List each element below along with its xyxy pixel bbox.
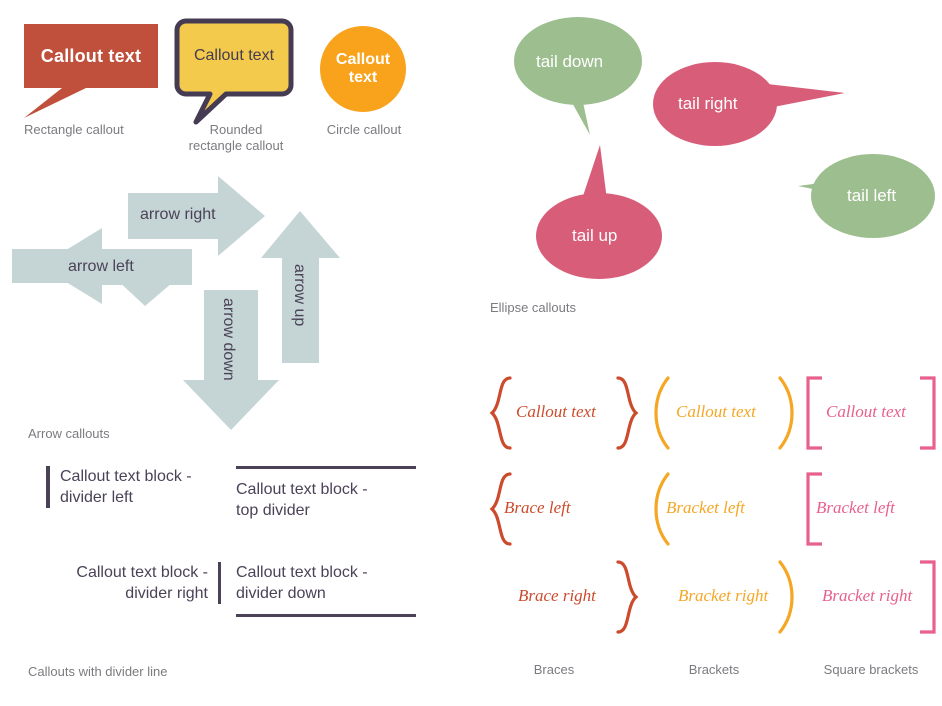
ellipse-callouts-group: tail down tail right tail up tail left [480,0,942,300]
callout-divider-left[interactable]: Callout text block - divider left [46,466,240,509]
brace-left-row1 [489,376,512,450]
rectangle-callout-label: Callout text [40,45,142,66]
braces-caption: Braces [533,662,575,677]
square-brackets-caption: Square brackets [823,662,919,677]
arrow-right-label: arrow right [140,206,216,223]
arrow-callouts-group: arrow right arrow left arrow up arrow do… [0,168,340,448]
brace-right-row1 [616,376,639,450]
braces-row2-label: Brace left [504,498,571,517]
square-bracket-left-row1 [806,376,822,450]
rectangle-callout-caption: Rectangle callout [24,122,124,137]
callout-divider-right[interactable]: Callout text block - divider right [36,562,221,605]
square-brackets-row1-label: Callout text [826,402,906,421]
bracket-left-row1 [654,376,670,450]
brackets-row2-label: Bracket left [666,498,745,517]
ellipse-callouts-caption: Ellipse callouts [490,300,576,315]
bracket-right-row1 [778,376,794,450]
tail-left-label: tail left [847,186,897,205]
brackets-caption: Brackets [688,662,740,677]
circle-callout-caption: Circle callout [326,122,402,137]
tail-right-label: tail right [678,94,738,113]
arrow-callouts-caption: Arrow callouts [28,426,110,441]
arrow-up-label: arrow up [291,264,308,327]
rectangle-callout-tail-icon [24,88,86,118]
brackets-row1-label: Callout text [676,402,756,421]
arrow-down-label: arrow down [220,298,237,381]
square-brackets-row3-label: Bracket right [822,586,913,605]
divider-callouts-caption: Callouts with divider line [28,664,168,679]
rounded-rectangle-callout-label: Callout text [193,47,275,64]
arrow-left-label: arrow left [68,258,134,275]
circle-callout-label: Callout text [335,50,391,86]
callout-top-divider[interactable]: Callout text block - top divider [236,466,416,521]
tail-down-label: tail down [536,52,604,71]
circle-callout[interactable]: Callout text [320,26,406,112]
brace-right-row3 [616,560,639,634]
callout-divider-down[interactable]: Callout text block - divider down [236,562,416,618]
bracket-callouts-group: Callout text Brace left Brace right Call… [470,366,942,646]
braces-row1-label: Callout text [516,402,596,421]
ellipse-shapes-icon [514,17,935,279]
square-bracket-right-row1 [920,376,936,450]
brackets-row3-label: Bracket right [678,586,769,605]
tail-up-label: tail up [572,226,618,245]
square-brackets-row2-label: Bracket left [816,498,895,517]
braces-row3-label: Brace right [518,586,596,605]
rounded-rectangle-callout-caption: Rounded rectangle callout [188,122,284,154]
bracket-right-row3 [778,560,794,634]
square-bracket-right-row3 [920,560,936,634]
rounded-rectangle-callout[interactable]: Callout text [174,18,298,126]
rectangle-callout[interactable]: Callout text [24,24,158,88]
